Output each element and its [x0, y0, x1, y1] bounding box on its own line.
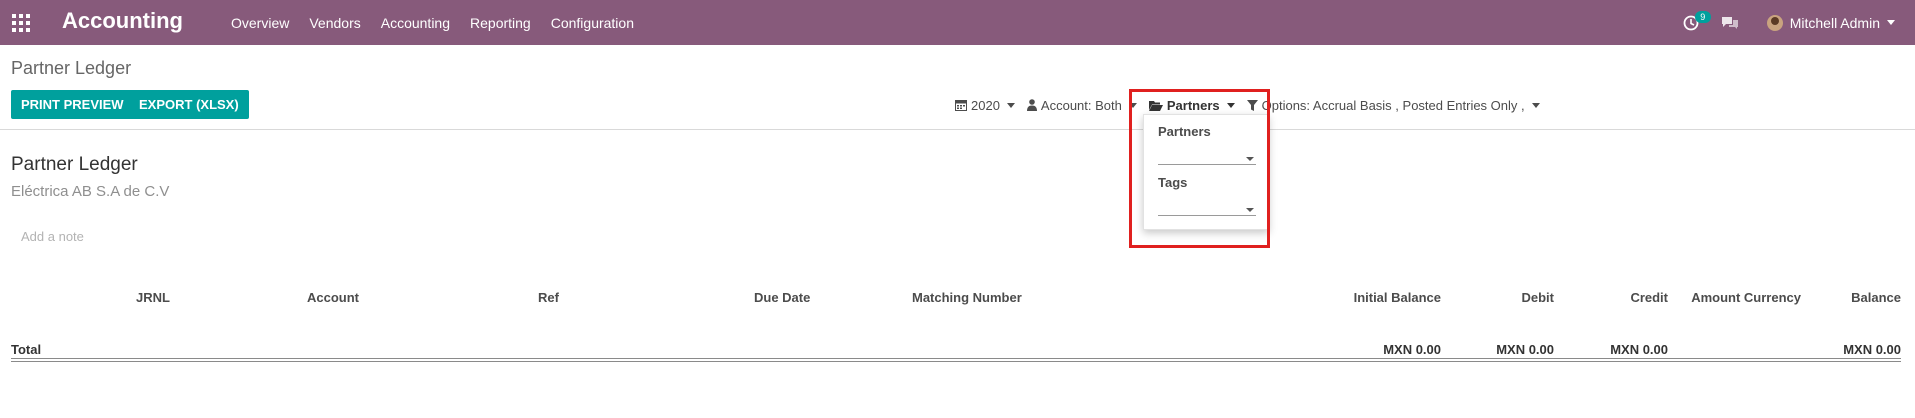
report-title: Partner Ledger: [11, 154, 138, 175]
caret-down-icon: [1531, 102, 1540, 108]
activity-menu[interactable]: 9: [1677, 0, 1711, 45]
date-filter[interactable]: 2020: [955, 98, 1015, 113]
print-preview-button[interactable]: PRINT PREVIEW: [11, 90, 134, 119]
menu-accounting[interactable]: Accounting: [381, 15, 450, 31]
account-filter-label: Account: Both: [1040, 97, 1122, 113]
column-header-debit[interactable]: Debit: [1522, 290, 1555, 305]
avatar: [1766, 14, 1783, 31]
column-header-account[interactable]: Account: [307, 290, 359, 305]
highlight-box: [1129, 89, 1270, 248]
menu-vendors[interactable]: Vendors: [309, 15, 360, 31]
options-filter[interactable]: Options: Accrual Basis , Posted Entries …: [1246, 97, 1540, 113]
total-double-underline: [11, 361, 1901, 362]
menu-configuration[interactable]: Configuration: [551, 15, 634, 31]
caret-down-icon: [1006, 102, 1015, 108]
caret-down-icon: [1887, 20, 1895, 25]
control-panel-divider: [0, 129, 1915, 130]
user-menu[interactable]: Mitchell Admin: [1766, 14, 1895, 31]
date-filter-label: 2020: [971, 97, 1000, 113]
user-icon: [1026, 99, 1037, 111]
top-navbar: Accounting Overview Vendors Accounting R…: [0, 0, 1915, 45]
total-credit: MXN 0.00: [1610, 342, 1668, 357]
main-menu: Overview Vendors Accounting Reporting Co…: [231, 0, 654, 45]
column-header-jrnl[interactable]: JRNL: [136, 290, 170, 305]
column-header-amount-currency[interactable]: Amount Currency: [1691, 290, 1801, 305]
column-header-matching-number[interactable]: Matching Number: [912, 290, 1022, 305]
menu-overview[interactable]: Overview: [231, 15, 289, 31]
column-header-credit[interactable]: Credit: [1630, 290, 1668, 305]
total-initial-balance: MXN 0.00: [1383, 342, 1441, 357]
apps-grid-icon[interactable]: [12, 14, 30, 32]
column-header-balance[interactable]: Balance: [1851, 290, 1901, 305]
total-underline: [11, 358, 1901, 359]
options-filter-label: Options: Accrual Basis , Posted Entries …: [1261, 97, 1525, 113]
company-name: Eléctrica AB S.A de C.V: [11, 183, 170, 200]
app-brand[interactable]: Accounting: [62, 8, 183, 34]
export-xlsx-button[interactable]: EXPORT (XLSX): [129, 90, 249, 119]
column-header-due-date[interactable]: Due Date: [754, 290, 810, 305]
column-header-ref[interactable]: Ref: [538, 290, 559, 305]
account-filter[interactable]: Account: Both: [1026, 97, 1137, 113]
user-name: Mitchell Admin: [1789, 14, 1880, 31]
column-header-initial-balance[interactable]: Initial Balance: [1354, 290, 1441, 305]
activity-badge: 9: [1694, 11, 1711, 23]
messaging-menu[interactable]: [1721, 0, 1743, 45]
chat-bubbles-icon: [1721, 16, 1738, 29]
systray: 9 Mitchell Admin: [1677, 0, 1915, 45]
breadcrumb: Partner Ledger: [11, 58, 132, 78]
calendar-icon: [955, 100, 967, 111]
total-balance: MXN 0.00: [1843, 342, 1901, 357]
add-note-link[interactable]: Add a note: [21, 229, 84, 244]
total-row-label: Total: [11, 342, 42, 357]
menu-reporting[interactable]: Reporting: [470, 15, 531, 31]
total-debit: MXN 0.00: [1496, 342, 1554, 357]
